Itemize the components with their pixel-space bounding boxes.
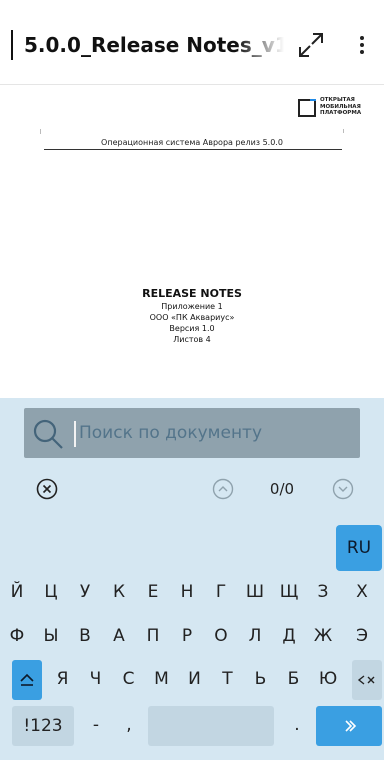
key[interactable]: Л xyxy=(238,617,272,655)
dash-key[interactable]: - xyxy=(80,706,112,744)
logo-text: ОТКРЫТАЯ МОБИЛЬНАЯ ПЛАТФОРМА xyxy=(320,97,372,117)
key[interactable]: Ы xyxy=(34,617,68,655)
key[interactable]: О xyxy=(204,617,238,655)
crop-mark-right xyxy=(343,129,344,133)
key[interactable]: Ш xyxy=(238,573,272,611)
search-result-counter: 0/0 xyxy=(269,480,295,498)
language-switch-key[interactable]: RU xyxy=(336,525,382,571)
keyboard-row-1: Й Ц У К Е Н Г Ш Щ З Х xyxy=(0,573,384,611)
shift-key[interactable] xyxy=(12,660,42,700)
key[interactable]: К xyxy=(102,573,136,611)
key[interactable]: Я xyxy=(46,660,79,698)
header-divider xyxy=(44,149,342,150)
key[interactable]: Е xyxy=(136,573,170,611)
key[interactable]: Й xyxy=(0,573,34,611)
key[interactable]: Д xyxy=(272,617,306,655)
title-block: RELEASE NOTES Приложение 1 ООО «ПК Аквар… xyxy=(0,287,384,345)
backspace-icon xyxy=(357,675,375,685)
document-page: ОТКРЫТАЯ МОБИЛЬНАЯ ПЛАТФОРМА Операционна… xyxy=(0,85,384,398)
shift-icon xyxy=(20,673,34,686)
key[interactable]: Ц xyxy=(34,573,68,611)
key[interactable]: Т xyxy=(211,660,244,698)
next-result-button[interactable] xyxy=(332,478,354,500)
document-header-text: Операционная система Аврора релиз 5.0.0 xyxy=(101,138,283,147)
logo-mark xyxy=(298,99,316,117)
document-title: 5.0.0_Release Notes_v1.0_ xyxy=(24,33,284,57)
key[interactable]: Ч xyxy=(79,660,112,698)
key[interactable]: Б xyxy=(277,660,310,698)
key[interactable]: Щ xyxy=(272,573,306,611)
symbols-key[interactable]: !123 xyxy=(12,706,74,746)
key[interactable]: П xyxy=(136,617,170,655)
keyboard-row-3: Я Ч С М И Т Ь Б Ю xyxy=(0,660,384,700)
key[interactable]: С xyxy=(112,660,145,698)
search-field[interactable] xyxy=(24,408,360,458)
key[interactable]: М xyxy=(145,660,178,698)
key[interactable]: Ж xyxy=(306,617,340,655)
key[interactable]: Ь xyxy=(244,660,277,698)
document-heading: RELEASE NOTES xyxy=(142,287,242,300)
key[interactable]: З xyxy=(306,573,340,611)
keyboard-row-4: !123 - , . xyxy=(0,706,384,746)
key[interactable]: Н xyxy=(170,573,204,611)
key[interactable]: В xyxy=(68,617,102,655)
chevron-right-icon xyxy=(345,720,357,732)
key[interactable]: Г xyxy=(204,573,238,611)
key[interactable]: Ф xyxy=(0,617,34,655)
logo-line-3: ПЛАТФОРМА xyxy=(320,110,362,116)
crop-mark-left xyxy=(40,129,41,134)
key[interactable]: Х xyxy=(340,573,384,611)
text-caret xyxy=(74,421,76,447)
document-line-3: Версия 1.0 xyxy=(169,324,215,333)
backspace-key[interactable] xyxy=(352,660,382,700)
keyboard-row-2: Ф Ы В А П Р О Л Д Ж Э xyxy=(0,617,384,655)
document-line-1: Приложение 1 xyxy=(161,302,223,311)
document-line-2: ООО «ПК Аквариус» xyxy=(149,313,235,322)
comma-key[interactable]: , xyxy=(112,706,146,744)
key[interactable]: Э xyxy=(340,617,384,655)
drag-handle xyxy=(11,30,13,60)
key[interactable]: Ю xyxy=(310,660,346,698)
previous-result-button[interactable] xyxy=(212,478,234,500)
key[interactable]: А xyxy=(102,617,136,655)
search-input[interactable] xyxy=(79,416,349,450)
enter-key[interactable] xyxy=(316,706,382,746)
dot-key[interactable]: . xyxy=(280,706,314,744)
search-icon xyxy=(32,418,64,450)
clear-search-button[interactable] xyxy=(36,478,58,500)
more-vertical-icon[interactable] xyxy=(350,30,374,60)
key[interactable]: У xyxy=(68,573,102,611)
on-screen-keyboard: RU Й Ц У К Е Н Г Ш Щ З Х Ф Ы В А П Р О Л… xyxy=(0,525,384,760)
platform-logo: ОТКРЫТАЯ МОБИЛЬНАЯ ПЛАТФОРМА xyxy=(298,97,370,121)
space-key[interactable] xyxy=(148,706,274,746)
top-bar: 5.0.0_Release Notes_v1.0_ xyxy=(0,0,384,85)
key[interactable]: Р xyxy=(170,617,204,655)
expand-icon[interactable] xyxy=(296,30,326,60)
key[interactable]: И xyxy=(178,660,211,698)
document-line-4: Листов 4 xyxy=(173,335,211,344)
